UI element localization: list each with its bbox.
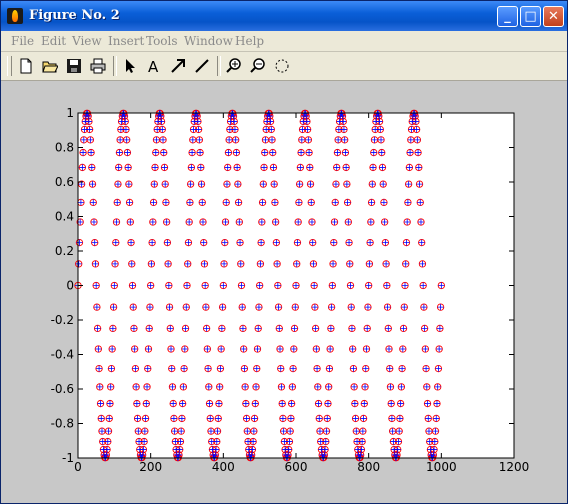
close-button[interactable]: ✕ — [543, 6, 564, 27]
toolbar-grip[interactable] — [7, 56, 12, 76]
x-tick-label: 400 — [212, 460, 235, 474]
x-tick-label: 800 — [357, 460, 380, 474]
plot-svg: 0 200 400 600 800 1000 1200 -1 -0.8 -0.6 -0.4 -0.2 0… — [51, 106, 530, 474]
open-file-button[interactable] — [39, 55, 61, 77]
y-tick-label: -0.6 — [51, 382, 74, 396]
insert-line-icon — [195, 59, 209, 73]
new-file-button[interactable] — [15, 55, 37, 77]
svg-text:A: A — [148, 58, 159, 74]
new-file-icon — [20, 58, 32, 74]
maximize-icon: □ — [524, 9, 537, 24]
zoom-in-button[interactable] — [223, 55, 245, 77]
save-icon — [67, 59, 81, 73]
y-tick-label: -0.4 — [51, 348, 74, 362]
insert-text-icon: A — [148, 58, 159, 74]
x-tick-label: 1200 — [499, 460, 530, 474]
save-button[interactable] — [63, 55, 85, 77]
toolbar: A — [1, 52, 567, 81]
rotate-3d-icon — [275, 59, 289, 73]
menu-edit[interactable]: Edit — [41, 34, 66, 48]
y-tick-label: -0.8 — [51, 417, 74, 431]
rotate-3d-button[interactable] — [271, 55, 293, 77]
toolbar-separator — [217, 56, 221, 76]
menu-window[interactable]: Window — [184, 34, 233, 48]
matlab-icon[interactable] — [7, 8, 23, 24]
title-bar[interactable]: Figure No. 2 _ □ ✕ — [1, 1, 567, 31]
toolbar-separator — [113, 56, 117, 76]
insert-line-button[interactable] — [191, 55, 213, 77]
close-icon: ✕ — [548, 9, 559, 24]
menu-file[interactable]: File — [11, 34, 34, 48]
insert-arrow-button[interactable] — [167, 55, 189, 77]
select-button[interactable] — [119, 55, 141, 77]
print-button[interactable] — [87, 55, 109, 77]
minimize-icon: _ — [504, 9, 511, 24]
zoom-out-button[interactable] — [247, 55, 269, 77]
maximize-button[interactable]: □ — [520, 6, 541, 27]
print-icon — [90, 58, 106, 74]
y-tick-label: 0.8 — [55, 141, 74, 155]
select-arrow-icon — [126, 59, 135, 73]
x-tick-label: 200 — [139, 460, 162, 474]
menu-insert[interactable]: Insert — [108, 34, 144, 48]
open-file-icon — [42, 61, 58, 73]
window-title: Figure No. 2 — [29, 8, 120, 23]
insert-arrow-icon — [171, 59, 185, 73]
menu-help[interactable]: Help — [235, 34, 264, 48]
zoom-in-icon — [226, 58, 241, 73]
minimize-button[interactable]: _ — [497, 6, 518, 27]
y-tick-label: 1 — [66, 106, 74, 120]
menu-bar: File Edit View Insert Tools Window Help — [1, 31, 567, 52]
x-tick-label: 1000 — [426, 460, 457, 474]
y-tick-label: 0.6 — [55, 175, 74, 189]
zoom-out-icon — [250, 58, 265, 73]
menu-tools[interactable]: Tools — [146, 34, 178, 48]
insert-text-button[interactable]: A — [143, 55, 165, 77]
y-tick-label: 0.2 — [55, 244, 74, 258]
y-tick-label: -1 — [62, 451, 74, 465]
x-tick-label: 0 — [74, 460, 82, 474]
x-tick-label: 600 — [285, 460, 308, 474]
y-tick-label: -0.2 — [51, 313, 74, 327]
menu-view[interactable]: View — [72, 34, 102, 48]
y-tick-label: 0.4 — [55, 210, 74, 224]
y-tick-label: 0 — [66, 279, 74, 293]
